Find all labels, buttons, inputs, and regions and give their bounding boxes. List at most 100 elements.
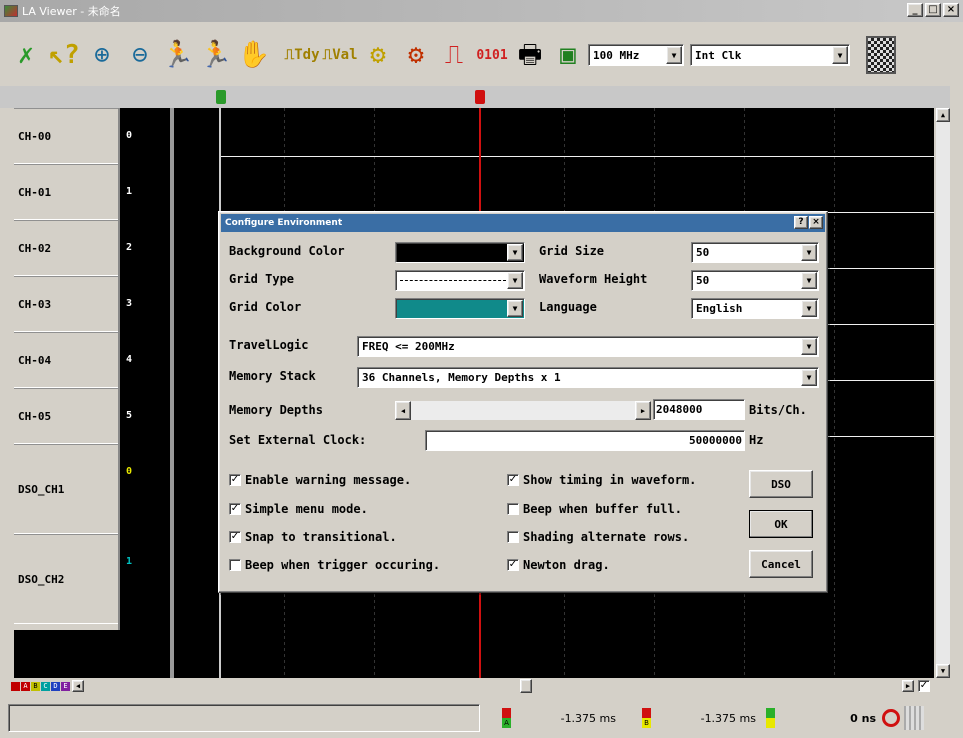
slider-right-icon[interactable]: ▶ — [635, 401, 651, 420]
travel-logic-select[interactable]: FREQ <= 200MHz ▼ — [357, 336, 819, 357]
cursor-marker-bar — [0, 86, 950, 108]
scroll-left-icon[interactable]: ◀ — [72, 680, 84, 692]
help-pointer-icon[interactable]: ↖? — [46, 34, 82, 76]
chevron-down-icon[interactable]: ▼ — [507, 300, 523, 317]
chevron-down-icon[interactable]: ▼ — [801, 272, 817, 289]
grid-pattern-icon[interactable] — [866, 36, 896, 74]
simple-menu-checkbox[interactable]: ✓ Simple menu mode. — [229, 502, 368, 516]
chevron-down-icon[interactable]: ▼ — [801, 300, 817, 317]
signal-icon[interactable]: ⎍ — [436, 34, 472, 76]
color-tab-icon[interactable] — [11, 681, 20, 691]
minimize-button[interactable]: _ — [907, 3, 923, 17]
channel-label[interactable]: DSO_CH2 — [14, 534, 118, 624]
channel-label[interactable]: CH-03 — [14, 276, 118, 332]
help-button[interactable]: ? — [794, 216, 808, 229]
ok-button[interactable]: OK — [749, 510, 813, 538]
beep-trigger-checkbox[interactable]: Beep when trigger occuring. — [229, 558, 440, 572]
chevron-down-icon[interactable]: ▼ — [801, 338, 817, 355]
shading-rows-checkbox[interactable]: Shading alternate rows. — [507, 530, 689, 544]
channel-index: 0 — [126, 130, 133, 141]
channel-label[interactable]: CH-00 — [14, 108, 118, 164]
chip-icon[interactable]: ▣ — [550, 34, 586, 76]
grid-type-select[interactable]: ▼ — [395, 270, 525, 291]
checkbox-check-icon[interactable]: ✓ — [229, 474, 241, 486]
vertical-scrollbar[interactable]: ▲ ▼ — [936, 108, 950, 678]
chevron-down-icon[interactable]: ▼ — [666, 46, 682, 64]
memory-depths-input[interactable]: 2048000 — [653, 399, 745, 420]
zoom-lock-checkbox[interactable]: ✓ — [918, 680, 930, 692]
checkbox-check-icon[interactable]: ✓ — [229, 531, 241, 543]
channel-label[interactable]: DSO_CH1 — [14, 444, 118, 534]
chevron-down-icon[interactable]: ▼ — [507, 272, 523, 289]
beep-buffer-checkbox[interactable]: Beep when buffer full. — [507, 502, 682, 516]
channel-list-empty — [14, 630, 120, 678]
clock-icon[interactable] — [882, 709, 900, 727]
language-select[interactable]: English ▼ — [691, 298, 819, 319]
snap-transitional-checkbox[interactable]: ✓ Snap to transitional. — [229, 530, 397, 544]
print-icon[interactable]: 🖶 — [512, 34, 548, 76]
trigger-value-icon[interactable]: ⎍Val — [322, 34, 358, 76]
color-tab[interactable]: B — [31, 681, 40, 691]
search-prev-icon[interactable]: ⚙ — [398, 34, 434, 76]
checkbox-check-icon[interactable]: ✓ — [507, 559, 519, 571]
dialog-close-button[interactable]: × — [809, 216, 823, 229]
newton-drag-checkbox[interactable]: ✓ Newton drag. — [507, 558, 610, 572]
dialog-titlebar: Configure Environment ? × — [221, 214, 825, 232]
scroll-right-icon[interactable]: ▶ — [902, 680, 914, 692]
channel-label[interactable]: CH-04 — [14, 332, 118, 388]
zoom-in-icon[interactable]: ⊕ — [84, 34, 120, 76]
color-tab[interactable]: C — [41, 681, 50, 691]
waveform-height-select[interactable]: 50 ▼ — [691, 270, 819, 291]
resize-grip-icon[interactable] — [904, 706, 924, 730]
grid-size-value: 50 — [696, 246, 710, 259]
checkbox-check-icon[interactable]: ✓ — [229, 503, 241, 515]
cursor-a-marker[interactable] — [216, 90, 226, 104]
maximize-button[interactable]: □ — [925, 3, 941, 17]
cursor-a-time: A -1.375 ms — [480, 704, 620, 732]
trigger-delay-icon[interactable]: ⎍Tdy — [284, 34, 320, 76]
channel-label[interactable]: CH-05 — [14, 388, 118, 444]
memory-stack-select[interactable]: 36 Channels, Memory Depths x 1 ▼ — [357, 367, 819, 388]
memory-depths-slider[interactable]: ◀ ▶ — [395, 401, 651, 420]
chevron-down-icon[interactable]: ▼ — [801, 244, 817, 261]
background-color-select[interactable]: ▼ — [395, 242, 525, 263]
cursor-b-time-value: -1.375 ms — [700, 711, 756, 725]
color-tab[interactable]: A — [21, 681, 30, 691]
grid-color-select[interactable]: ▼ — [395, 298, 525, 319]
checkbox-empty-icon[interactable] — [507, 531, 519, 543]
horizontal-scroll-thumb[interactable] — [520, 679, 532, 693]
chevron-down-icon[interactable]: ▼ — [507, 244, 523, 261]
checkbox-empty-icon[interactable] — [229, 559, 241, 571]
dso-button[interactable]: DSO — [749, 470, 813, 498]
slider-left-icon[interactable]: ◀ — [395, 401, 411, 420]
cancel-button[interactable]: Cancel — [749, 550, 813, 578]
channel-label[interactable]: CH-01 — [14, 164, 118, 220]
zoom-out-icon[interactable]: ⊖ — [122, 34, 158, 76]
scroll-up-icon[interactable]: ▲ — [936, 108, 950, 122]
cursor-b-marker[interactable] — [475, 90, 485, 104]
sample-rate-select[interactable]: 100 MHz ▼ — [588, 44, 684, 66]
cursor-delta-value: 0 ns — [850, 711, 876, 725]
clock-select[interactable]: Int Clk ▼ — [690, 44, 850, 66]
waveform-height-label: Waveform Height — [539, 272, 648, 286]
show-timing-checkbox[interactable]: ✓ Show timing in waveform. — [507, 473, 696, 487]
hand-pan-icon[interactable]: ✋ — [236, 34, 272, 76]
run-repeat-icon[interactable]: 🏃 — [198, 34, 234, 76]
grid-size-select[interactable]: 50 ▼ — [691, 242, 819, 263]
chevron-down-icon[interactable]: ▼ — [801, 369, 817, 386]
channel-label[interactable]: CH-02 — [14, 220, 118, 276]
run-icon[interactable]: 🏃 — [160, 34, 196, 76]
close-window-button[interactable]: × — [943, 3, 959, 17]
scroll-down-icon[interactable]: ▼ — [936, 664, 950, 678]
checkbox-empty-icon[interactable] — [507, 503, 519, 515]
color-tab[interactable]: E — [61, 681, 70, 691]
external-clock-input[interactable]: 50000000 — [425, 430, 745, 451]
tools-icon[interactable]: ✗ — [8, 34, 44, 76]
color-tab[interactable]: D — [51, 681, 60, 691]
chevron-down-icon[interactable]: ▼ — [832, 46, 848, 64]
search-next-icon[interactable]: ⚙ — [360, 34, 396, 76]
checkbox-check-icon[interactable]: ✓ — [507, 474, 519, 486]
enable-warning-checkbox[interactable]: ✓ Enable warning message. — [229, 473, 411, 487]
bus-decode-icon[interactable]: 0101 — [474, 34, 510, 76]
hz-label: Hz — [749, 433, 764, 447]
